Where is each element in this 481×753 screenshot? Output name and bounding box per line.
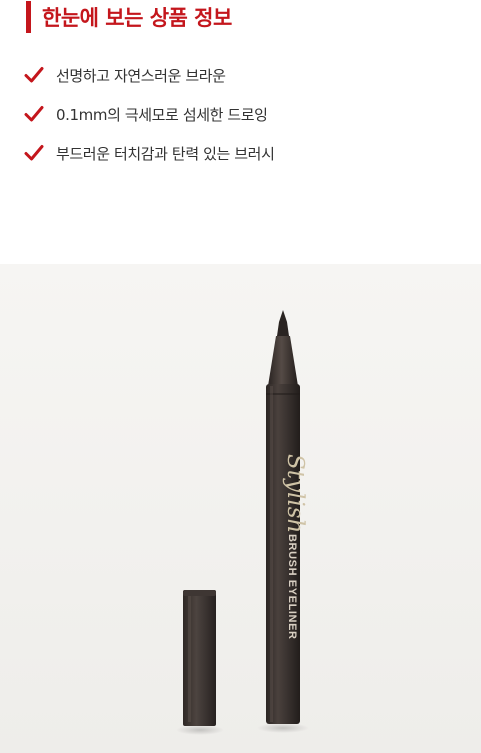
feature-text: 0.1mm의 극세모로 섬세한 드로잉 [56,105,268,124]
section-title: 한눈에 보는 상품 정보 [42,6,232,30]
feature-item: 부드러운 터치감과 탄력 있는 브러시 [24,142,275,164]
feature-list: 선명하고 자연스러운 브라운 0.1mm의 극세모로 섬세한 드로잉 부드러운 … [24,64,275,181]
product-script-logo: Stylish [282,454,308,533]
eyeliner-illustration: Stylish BRUSH EYELINER [176,310,309,735]
cap-highlight [188,596,191,722]
check-icon [24,145,44,161]
pen-highlight [270,386,273,722]
cap-rim [183,590,216,596]
pen-nose [268,336,298,386]
product-label: BRUSH EYELINER [286,534,298,640]
feature-item: 0.1mm의 극세모로 섬세한 드로잉 [24,103,274,125]
header-accent-bar [26,1,31,33]
product-info-page: 한눈에 보는 상품 정보 선명하고 자연스러운 브라운 0.1mm의 극세모로 … [0,0,481,753]
feature-text: 선명하고 자연스러운 브라운 [56,66,226,85]
pen-cap [183,590,216,726]
brush-tip [277,310,289,336]
check-icon [24,67,44,83]
section-header: 한눈에 보는 상품 정보 [26,0,232,34]
pen-shadow [257,723,309,733]
feature-text: 부드러운 터치감과 탄력 있는 브러시 [56,144,275,163]
product-photo: Stylish BRUSH EYELINER [0,264,481,753]
check-icon [24,106,44,122]
feature-item: 선명하고 자연스러운 브라운 [24,64,274,86]
cap-shadow [176,725,224,735]
